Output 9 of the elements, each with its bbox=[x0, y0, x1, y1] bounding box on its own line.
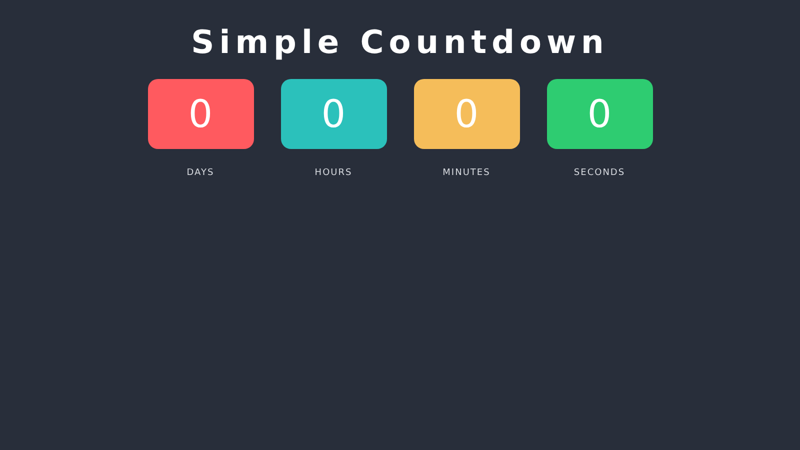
unit-label: HOURS bbox=[314, 168, 352, 178]
countdown-value: 0 bbox=[414, 79, 520, 149]
page-title: Simple Countdown bbox=[191, 22, 609, 63]
unit-label: MINUTES bbox=[442, 168, 490, 178]
countdown-value: 0 bbox=[546, 79, 652, 149]
countdown-value: 0 bbox=[280, 79, 386, 149]
unit-label: DAYS bbox=[186, 168, 214, 178]
countdown-value: 0 bbox=[148, 79, 254, 149]
unit-label: SECONDS bbox=[574, 168, 626, 178]
